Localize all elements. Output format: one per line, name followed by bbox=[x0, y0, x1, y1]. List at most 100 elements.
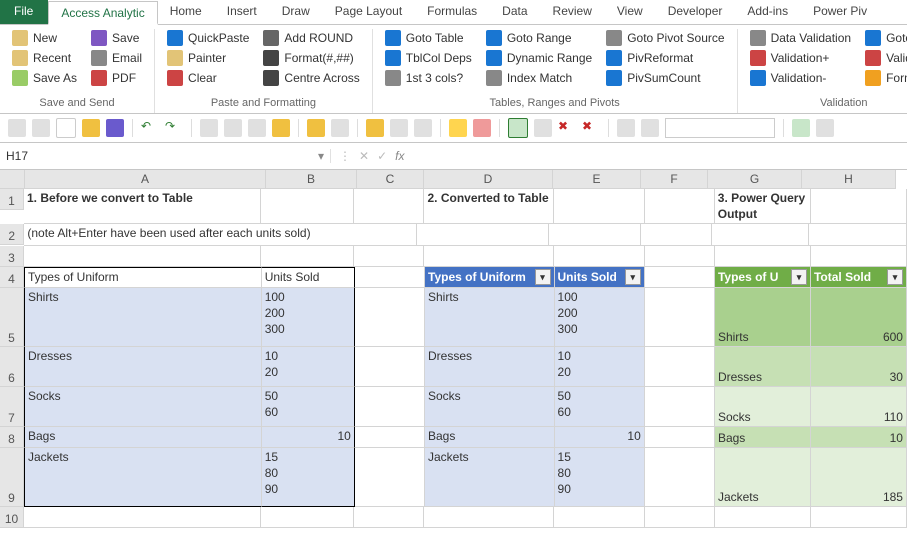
cell[interactable] bbox=[645, 427, 715, 448]
cell[interactable]: 185 bbox=[811, 448, 907, 507]
cell[interactable] bbox=[645, 246, 715, 267]
cell[interactable] bbox=[715, 246, 811, 267]
row-header[interactable]: 7 bbox=[0, 387, 24, 427]
table-header[interactable]: Types of U▾ bbox=[715, 267, 811, 288]
tab-formulas[interactable]: Formulas bbox=[415, 0, 490, 24]
cmd-data-validation[interactable]: Data Validation bbox=[746, 29, 856, 47]
qat-highlight-icon[interactable] bbox=[449, 119, 467, 137]
cmd-goto-range[interactable]: Goto Range bbox=[482, 29, 596, 47]
tab-power-piv[interactable]: Power Piv bbox=[801, 0, 880, 24]
cell[interactable]: 3. Power Query Output bbox=[715, 189, 811, 224]
cmd-goto-pivot-source[interactable]: Goto Pivot Source bbox=[602, 29, 728, 47]
qat-zoom-icon[interactable] bbox=[248, 119, 266, 137]
qat-undo-icon[interactable]: ↶ bbox=[141, 119, 159, 137]
filter-dropdown-icon[interactable]: ▾ bbox=[791, 269, 807, 285]
cmd-1st-3-cols-[interactable]: 1st 3 cols? bbox=[381, 69, 476, 87]
cell[interactable]: (note Alt+Enter have been used after eac… bbox=[24, 224, 417, 246]
row-header[interactable]: 8 bbox=[0, 427, 24, 448]
tab-developer[interactable]: Developer bbox=[656, 0, 736, 24]
select-all[interactable] bbox=[0, 170, 25, 189]
row-header[interactable]: 2 bbox=[0, 224, 24, 245]
cell[interactable] bbox=[354, 189, 424, 224]
cell[interactable]: 100 200 300 bbox=[262, 288, 355, 347]
filter-dropdown-icon[interactable]: ▾ bbox=[887, 269, 903, 285]
chevron-down-icon[interactable]: ▾ bbox=[318, 149, 324, 163]
cell[interactable] bbox=[715, 507, 811, 528]
qat-trace-icon[interactable] bbox=[508, 118, 528, 138]
tab-view[interactable]: View bbox=[605, 0, 656, 24]
cell[interactable] bbox=[645, 448, 715, 507]
cell[interactable]: Bags bbox=[715, 427, 811, 448]
enter-icon[interactable]: ✓ bbox=[377, 149, 387, 163]
fx-icon[interactable]: fx bbox=[395, 149, 404, 163]
row-header[interactable]: 3 bbox=[0, 246, 24, 267]
cell[interactable] bbox=[261, 246, 354, 267]
tab-home[interactable]: Home bbox=[158, 0, 215, 24]
cell[interactable] bbox=[809, 224, 907, 246]
cell[interactable] bbox=[554, 189, 644, 224]
cell[interactable]: Dresses bbox=[24, 347, 262, 387]
cancel-icon[interactable]: ✕ bbox=[359, 149, 369, 163]
cell[interactable]: 600 bbox=[811, 288, 907, 347]
row-header[interactable]: 4 bbox=[0, 267, 24, 288]
qat-folder-icon[interactable] bbox=[82, 119, 100, 137]
cmd-email[interactable]: Email bbox=[87, 49, 146, 67]
cell[interactable] bbox=[24, 507, 261, 528]
qat-open-icon[interactable] bbox=[307, 119, 325, 137]
qat-input[interactable] bbox=[665, 118, 775, 138]
cell[interactable] bbox=[261, 507, 354, 528]
row-header[interactable]: 6 bbox=[0, 347, 24, 387]
tab-draw[interactable]: Draw bbox=[270, 0, 323, 24]
row-header[interactable]: 10 bbox=[0, 507, 24, 528]
table-header[interactable]: Types of Uniform▾ bbox=[425, 267, 555, 288]
cell[interactable]: 50 60 bbox=[262, 387, 355, 427]
cell[interactable]: Jackets bbox=[425, 448, 555, 507]
cell[interactable] bbox=[355, 427, 425, 448]
cell[interactable] bbox=[355, 288, 425, 347]
cell[interactable] bbox=[645, 189, 715, 224]
cmd-add-round[interactable]: Add ROUND bbox=[259, 29, 363, 47]
cell[interactable]: 2. Converted to Table bbox=[424, 189, 554, 224]
tab-add-ins[interactable]: Add-ins bbox=[735, 0, 801, 24]
cell[interactable]: 10 20 bbox=[555, 347, 645, 387]
cell[interactable] bbox=[354, 507, 424, 528]
cell[interactable]: 100 200 300 bbox=[555, 288, 645, 347]
col-header-F[interactable]: F bbox=[641, 170, 708, 189]
col-header-G[interactable]: G bbox=[708, 170, 802, 189]
cmd-validation-[interactable]: Validation+ bbox=[746, 49, 856, 67]
qat-new-icon[interactable] bbox=[56, 118, 76, 138]
cell[interactable]: Types of Uniform bbox=[24, 267, 262, 288]
qat-clear-icon[interactable] bbox=[414, 119, 432, 137]
cell[interactable]: 1. Before we convert to Table bbox=[24, 189, 261, 224]
tab-insert[interactable]: Insert bbox=[215, 0, 270, 24]
cell[interactable] bbox=[355, 387, 425, 427]
filter-dropdown-icon[interactable]: ▾ bbox=[625, 269, 641, 285]
cell[interactable]: 15 80 90 bbox=[262, 448, 355, 507]
qat-calendar-icon[interactable] bbox=[32, 119, 50, 137]
cmd-goto-table[interactable]: Goto Table bbox=[381, 29, 476, 47]
qat-redo-icon[interactable]: ↷ bbox=[165, 119, 183, 137]
col-header-E[interactable]: E bbox=[553, 170, 641, 189]
cmd-dynamic-range[interactable]: Dynamic Range bbox=[482, 49, 596, 67]
qat-copy-icon[interactable] bbox=[8, 119, 26, 137]
cell[interactable]: 110 bbox=[811, 387, 907, 427]
qat-eraser-icon[interactable] bbox=[473, 119, 491, 137]
qat-border-icon[interactable] bbox=[224, 119, 242, 137]
tab-access-analytic[interactable]: Access Analytic bbox=[48, 1, 157, 25]
cell[interactable] bbox=[354, 246, 424, 267]
col-header-B[interactable]: B bbox=[266, 170, 357, 189]
cell[interactable] bbox=[811, 507, 907, 528]
qat-grid-icon[interactable] bbox=[390, 119, 408, 137]
cell[interactable]: Shirts bbox=[425, 288, 555, 347]
cell[interactable]: 15 80 90 bbox=[555, 448, 645, 507]
cell[interactable] bbox=[424, 246, 554, 267]
cell[interactable]: Socks bbox=[24, 387, 262, 427]
qat-close-icon[interactable]: ✖ bbox=[582, 119, 600, 137]
qat-save-icon[interactable] bbox=[106, 119, 124, 137]
cell[interactable]: Bags bbox=[425, 427, 555, 448]
range-icon[interactable]: ⋮ bbox=[339, 149, 351, 163]
cmd-save-as[interactable]: Save As bbox=[8, 69, 81, 87]
cmd-save[interactable]: Save bbox=[87, 29, 146, 47]
qat-remove-x-icon[interactable]: ✖ bbox=[558, 119, 576, 137]
cmd-validation[interactable]: Validation bbox=[861, 49, 907, 67]
